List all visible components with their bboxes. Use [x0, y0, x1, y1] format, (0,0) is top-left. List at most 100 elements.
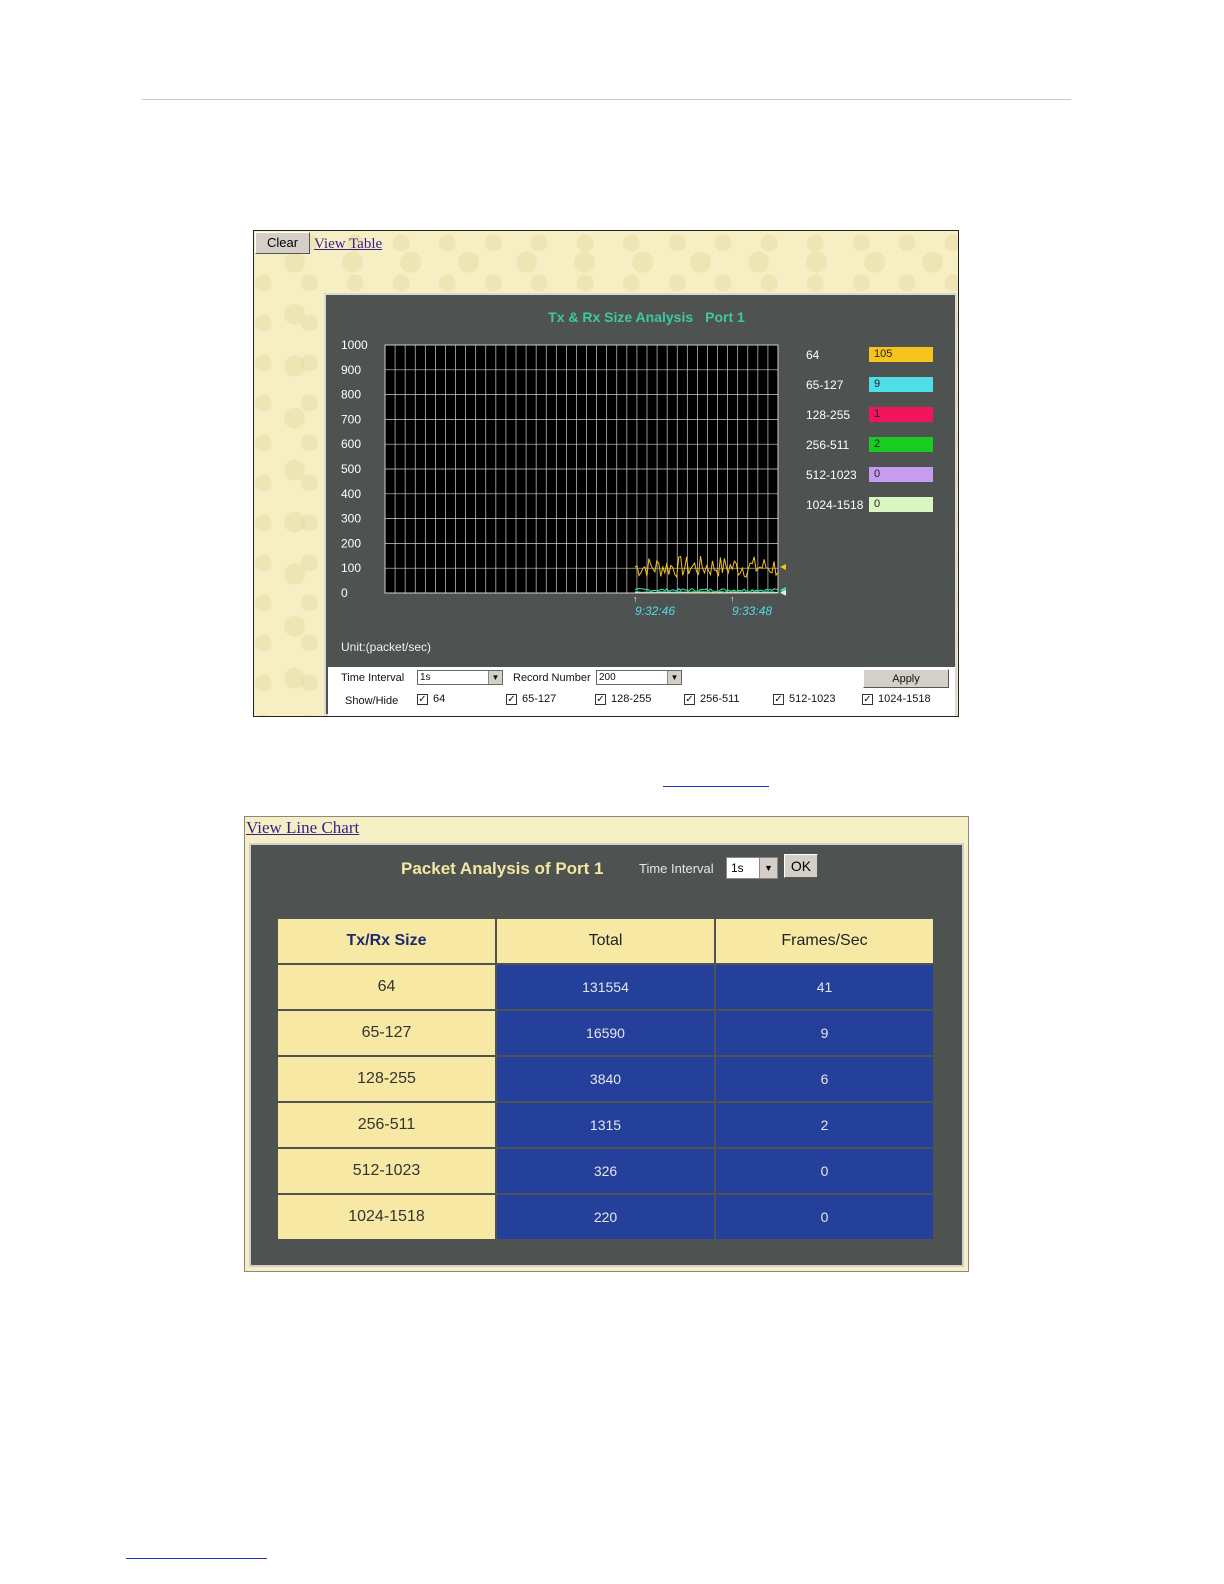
packet-analysis-table: Tx/Rx Size Total Frames/Sec 64 131554 41 65…	[276, 917, 935, 1241]
checkbox-label: 65-127	[522, 693, 557, 705]
checkmark-icon: ✓	[773, 694, 784, 705]
table-row: 256-511 1315 2	[276, 1101, 935, 1149]
checkmark-icon: ✓	[595, 694, 606, 705]
record-number-select[interactable]: 200 ▼	[596, 670, 682, 685]
packet-analysis-title: Packet Analysis of Port 1	[401, 859, 604, 878]
row-frames-cell: 9	[714, 1009, 935, 1057]
table-time-interval-label: Time Interval	[639, 861, 714, 876]
row-total-cell: 1315	[495, 1101, 716, 1149]
checkbox-label: 512-1023	[789, 693, 836, 705]
series-end-marker	[780, 563, 786, 570]
chart-controls: Time Interval 1s ▼ Record Number 200 ▼ A…	[328, 667, 955, 716]
ok-button[interactable]: OK	[784, 854, 818, 878]
line-chart-panel: Clear View Table Tx & Rx Size Analysis Po…	[253, 230, 959, 717]
apply-button[interactable]: Apply	[863, 669, 949, 688]
table-row: 512-1023 326 0	[276, 1147, 935, 1195]
series-line	[634, 591, 779, 594]
legend-label: 128-255	[806, 408, 851, 422]
record-number-label: Record Number	[513, 672, 591, 684]
legend-item: 256-511 2	[806, 437, 946, 453]
chevron-down-icon: ▼	[667, 671, 681, 684]
footer-rule	[126, 1558, 267, 1559]
row-frames-cell: 0	[714, 1193, 935, 1241]
y-tick-label: 0	[341, 586, 348, 600]
legend-item: 128-255 1	[806, 407, 946, 423]
table-row: 64 131554 41	[276, 963, 935, 1011]
time-interval-value: 1s	[420, 672, 431, 683]
row-size-cell: 128-255	[276, 1055, 497, 1103]
row-size-cell: 256-511	[276, 1101, 497, 1149]
x-tick-arrow: ↑	[633, 594, 638, 604]
view-line-chart-link[interactable]: View Line Chart	[246, 818, 359, 838]
header-tx-rx-size: Tx/Rx Size	[276, 917, 497, 965]
row-total-cell: 16590	[495, 1009, 716, 1057]
legend-item: 64 105	[806, 347, 946, 363]
checkmark-icon: ✓	[684, 694, 695, 705]
row-size-cell: 512-1023	[276, 1147, 497, 1195]
y-tick-label: 100	[341, 561, 361, 575]
legend-label: 64	[806, 348, 820, 362]
clear-button[interactable]: Clear	[255, 232, 310, 254]
checkmark-icon: ✓	[862, 694, 873, 705]
y-tick-label: 300	[341, 512, 361, 526]
y-tick-label: 800	[341, 388, 361, 402]
table-time-interval-select[interactable]: 1s ▼	[726, 857, 778, 879]
y-tick-label: 400	[341, 487, 361, 501]
row-frames-cell: 0	[714, 1147, 935, 1195]
checkmark-icon: ✓	[506, 694, 517, 705]
view-table-link[interactable]: View Table	[314, 236, 382, 253]
chart-frame: Tx & Rx Size Analysis Port 1 1000 900 800 70…	[324, 293, 957, 716]
y-tick-label: 900	[341, 363, 361, 377]
checkbox-label: 256-511	[700, 693, 740, 705]
packet-table-panel: View Line Chart Packet Analysis of Port …	[244, 816, 969, 1272]
row-frames-cell: 41	[714, 963, 935, 1011]
legend-label: 65-127	[806, 378, 844, 392]
legend-value-box: 0	[869, 497, 933, 512]
row-size-cell: 64	[276, 963, 497, 1011]
checkmark-icon: ✓	[417, 694, 428, 705]
y-tick-label: 500	[341, 462, 361, 476]
legend-item: 512-1023 0	[806, 467, 946, 483]
row-total-cell: 220	[495, 1193, 716, 1241]
y-tick-label: 600	[341, 437, 361, 451]
header-rule	[142, 99, 1071, 100]
table-row: 128-255 3840 6	[276, 1055, 935, 1103]
legend-label: 256-511	[806, 438, 850, 452]
x-tick-arrow: ↑	[730, 594, 735, 604]
legend-value-box: 0	[869, 467, 933, 482]
show-hide-label: Show/Hide	[345, 695, 399, 707]
x-time-label: 9:33:48	[732, 604, 772, 618]
legend-label: 1024-1518	[806, 498, 864, 512]
row-total-cell: 326	[495, 1147, 716, 1195]
chevron-down-icon: ▼	[488, 671, 502, 684]
table-time-interval-value: 1s	[731, 861, 744, 875]
legend-item: 1024-1518 0	[806, 497, 946, 513]
checkbox-label: 1024-1518	[878, 693, 931, 705]
legend-value-box: 105	[869, 347, 933, 362]
link-underline	[663, 786, 769, 787]
legend-value-box: 1	[869, 407, 933, 422]
header-total: Total	[495, 917, 716, 965]
table-row: 1024-1518 220 0	[276, 1193, 935, 1241]
row-total-cell: 131554	[495, 963, 716, 1011]
table-frame: Packet Analysis of Port 1 Time Interval …	[249, 843, 964, 1267]
chevron-down-icon: ▼	[759, 858, 777, 878]
row-frames-cell: 6	[714, 1055, 935, 1103]
time-interval-label: Time Interval	[341, 672, 405, 684]
header-frames-sec: Frames/Sec	[714, 917, 935, 965]
table-header-row: Tx/Rx Size Total Frames/Sec	[276, 917, 935, 965]
table-row: 65-127 16590 9	[276, 1009, 935, 1057]
checkbox-label: 64	[433, 693, 446, 705]
legend-value-box: 2	[869, 437, 933, 452]
row-size-cell: 65-127	[276, 1009, 497, 1057]
legend-item: 65-127 9	[806, 377, 946, 393]
time-interval-select[interactable]: 1s ▼	[417, 670, 503, 685]
legend-value-box: 9	[869, 377, 933, 392]
y-tick-label: 200	[341, 536, 361, 550]
y-tick-label: 1000	[341, 338, 368, 352]
row-total-cell: 3840	[495, 1055, 716, 1103]
y-tick-label: 700	[341, 412, 361, 426]
x-time-label: 9:32:46	[635, 604, 675, 618]
row-size-cell: 1024-1518	[276, 1193, 497, 1241]
legend-label: 512-1023	[806, 468, 857, 482]
